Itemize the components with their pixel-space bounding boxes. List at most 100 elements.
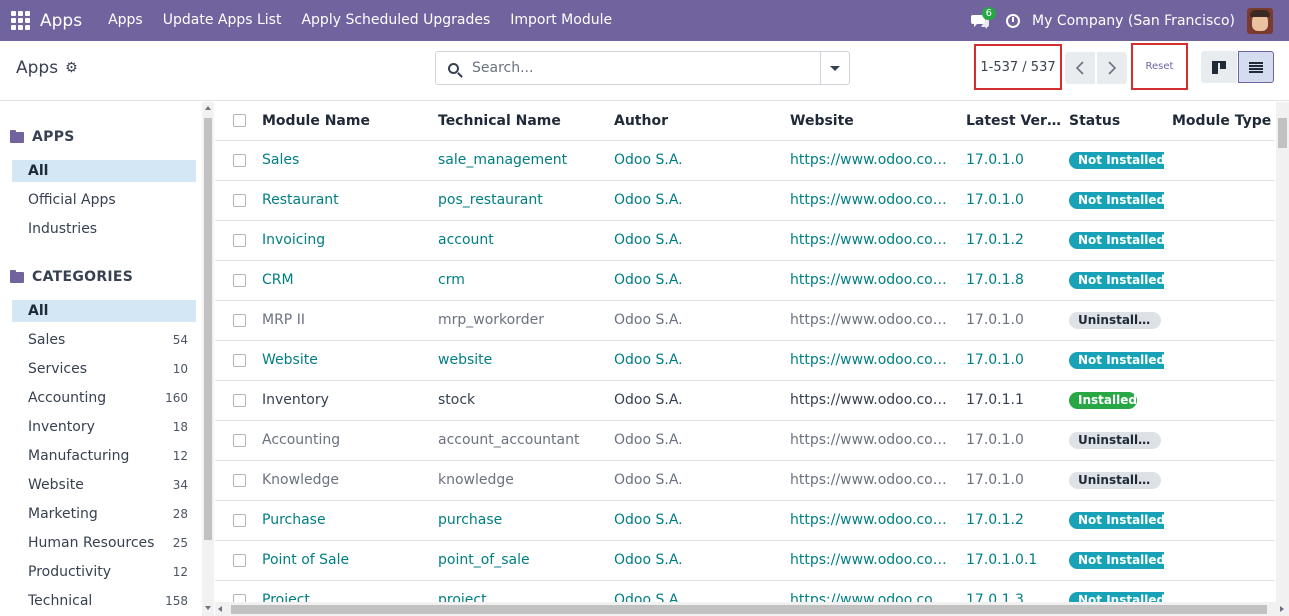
table-horizontal-scrollbar[interactable] — [215, 602, 1289, 616]
column-header[interactable]: Author — [606, 102, 782, 141]
row-checkbox[interactable] — [233, 473, 246, 487]
messaging-button[interactable]: 6 — [962, 0, 998, 41]
version-cell[interactable]: 17.0.1.0 — [958, 340, 1061, 381]
author-cell[interactable]: Odoo S.A. — [606, 180, 782, 221]
author-cell[interactable]: Odoo S.A. — [606, 140, 782, 181]
menu-update-apps-list[interactable]: Update Apps List — [153, 0, 292, 41]
category-item[interactable]: Technical 158 — [12, 590, 196, 612]
kanban-view-button[interactable] — [1201, 51, 1237, 83]
version-cell[interactable]: 17.0.1.2 — [958, 500, 1061, 541]
category-item[interactable]: Manufacturing 12 — [12, 445, 196, 467]
module-name-cell[interactable]: Accounting — [254, 420, 430, 461]
module-name-cell[interactable]: Restaurant — [254, 180, 430, 221]
category-item[interactable]: Marketing 28 — [12, 503, 196, 525]
row-checkbox[interactable] — [233, 153, 246, 167]
module-name-cell[interactable]: Knowledge — [254, 460, 430, 501]
category-item[interactable]: Human Resources 25 — [12, 532, 196, 554]
category-item[interactable]: Accounting 160 — [12, 387, 196, 409]
scroll-up-arrow-icon[interactable] — [205, 106, 211, 110]
technical-name-cell[interactable]: account — [430, 220, 606, 261]
apps-filter-industries[interactable]: Industries — [12, 218, 196, 240]
module-name-cell[interactable]: CRM — [254, 260, 430, 301]
version-cell[interactable]: 17.0.1.1 — [958, 380, 1061, 421]
website-cell[interactable]: https://www.odoo.com/app/manufacturing — [782, 300, 958, 341]
category-item[interactable]: Sales 54 — [12, 329, 196, 351]
version-cell[interactable]: 17.0.1.0 — [958, 460, 1061, 501]
column-header[interactable]: Module Name — [254, 102, 430, 141]
search-bar[interactable] — [435, 51, 850, 85]
version-cell[interactable]: 17.0.1.0 — [958, 180, 1061, 221]
technical-name-cell[interactable]: website — [430, 340, 606, 381]
pager-next-button[interactable] — [1097, 52, 1127, 84]
column-header[interactable]: Latest Version — [958, 102, 1061, 141]
website-cell[interactable]: https://www.odoo.com/app/sales — [782, 140, 958, 181]
website-cell[interactable]: https://www.odoo.com/app/knowledge — [782, 460, 958, 501]
module-name-cell[interactable]: Invoicing — [254, 220, 430, 261]
row-checkbox[interactable] — [233, 593, 246, 602]
version-cell[interactable]: 17.0.1.0 — [958, 300, 1061, 341]
technical-name-cell[interactable]: crm — [430, 260, 606, 301]
scroll-down-arrow-icon[interactable] — [205, 606, 211, 610]
technical-name-cell[interactable]: mrp_workorder — [430, 300, 606, 341]
website-cell[interactable]: https://www.odoo.com/app/point-of-sale-r… — [782, 180, 958, 221]
author-cell[interactable]: Odoo S.A. — [606, 300, 782, 341]
module-name-cell[interactable]: MRP II — [254, 300, 430, 341]
search-options-toggle[interactable] — [820, 52, 849, 84]
table-row[interactable]: Accounting account_accountant Odoo S.A. htt… — [215, 420, 1275, 461]
module-name-cell[interactable]: Website — [254, 340, 430, 381]
technical-name-cell[interactable]: knowledge — [430, 460, 606, 501]
row-checkbox[interactable] — [233, 433, 246, 447]
row-checkbox[interactable] — [233, 193, 246, 207]
row-checkbox[interactable] — [233, 353, 246, 367]
menu-apply-scheduled-upgrades[interactable]: Apply Scheduled Upgrades — [291, 0, 500, 41]
website-cell[interactable]: https://www.odoo.com/app/invoicing — [782, 220, 958, 261]
technical-name-cell[interactable]: pos_restaurant — [430, 180, 606, 221]
version-cell[interactable]: 17.0.1.8 — [958, 260, 1061, 301]
column-header[interactable]: Module Type — [1164, 102, 1275, 141]
technical-name-cell[interactable]: account_accountant — [430, 420, 606, 461]
author-cell[interactable]: Odoo S.A. — [606, 460, 782, 501]
pager-value[interactable]: 1-537 / 537 — [974, 44, 1062, 90]
category-item[interactable]: Services 10 — [12, 358, 196, 380]
website-cell[interactable]: https://www.odoo.com/app/purchase — [782, 500, 958, 541]
sidebar-scrollbar[interactable] — [202, 102, 214, 616]
reset-button[interactable]: Reset — [1131, 43, 1188, 90]
website-cell[interactable]: https://www.odoo.com/app/project — [782, 580, 958, 602]
table-vertical-scrollbar[interactable] — [1276, 102, 1289, 602]
app-brand[interactable]: Apps — [40, 11, 98, 31]
scroll-right-arrow-icon[interactable] — [1280, 606, 1284, 612]
website-cell[interactable]: https://www.odoo.com/app/point-of-sale-s… — [782, 540, 958, 581]
table-row[interactable]: Project project Odoo S.A. https://www.odoo.… — [215, 580, 1275, 602]
row-checkbox[interactable] — [233, 513, 246, 527]
version-cell[interactable]: 17.0.1.0 — [958, 420, 1061, 461]
row-checkbox[interactable] — [233, 393, 246, 407]
gear-icon[interactable]: ⚙ — [65, 60, 78, 76]
author-cell[interactable]: Odoo S.A. — [606, 420, 782, 461]
module-name-cell[interactable]: Purchase — [254, 500, 430, 541]
user-avatar[interactable] — [1247, 7, 1273, 34]
table-row[interactable]: Point of Sale point_of_sale Odoo S.A. https… — [215, 540, 1275, 581]
app-menu-icon[interactable] — [0, 0, 40, 41]
table-row[interactable]: Knowledge knowledge Odoo S.A. https://www.o… — [215, 460, 1275, 501]
menu-import-module[interactable]: Import Module — [500, 0, 622, 41]
sidebar-scroll-thumb[interactable] — [204, 118, 212, 540]
row-checkbox[interactable] — [233, 273, 246, 287]
row-checkbox[interactable] — [233, 313, 246, 327]
module-name-cell[interactable]: Inventory — [254, 380, 430, 421]
technical-name-cell[interactable]: project — [430, 580, 606, 602]
table-row[interactable]: MRP II mrp_workorder Odoo S.A. https://www.… — [215, 300, 1275, 341]
module-name-cell[interactable]: Sales — [254, 140, 430, 181]
search-input[interactable] — [470, 53, 810, 83]
activity-button[interactable] — [998, 0, 1028, 41]
pager-previous-button[interactable] — [1065, 52, 1095, 84]
technical-name-cell[interactable]: point_of_sale — [430, 540, 606, 581]
version-cell[interactable]: 17.0.1.2 — [958, 220, 1061, 261]
author-cell[interactable]: Odoo S.A. — [606, 220, 782, 261]
category-item[interactable]: Productivity 12 — [12, 561, 196, 583]
author-cell[interactable]: Odoo S.A. — [606, 580, 782, 602]
version-cell[interactable]: 17.0.1.0.1 — [958, 540, 1061, 581]
category-item[interactable]: Inventory 18 — [12, 416, 196, 438]
author-cell[interactable]: Odoo S.A. — [606, 340, 782, 381]
table-row[interactable]: Invoicing account Odoo S.A. https://www.odo… — [215, 220, 1275, 261]
row-checkbox[interactable] — [233, 233, 246, 247]
